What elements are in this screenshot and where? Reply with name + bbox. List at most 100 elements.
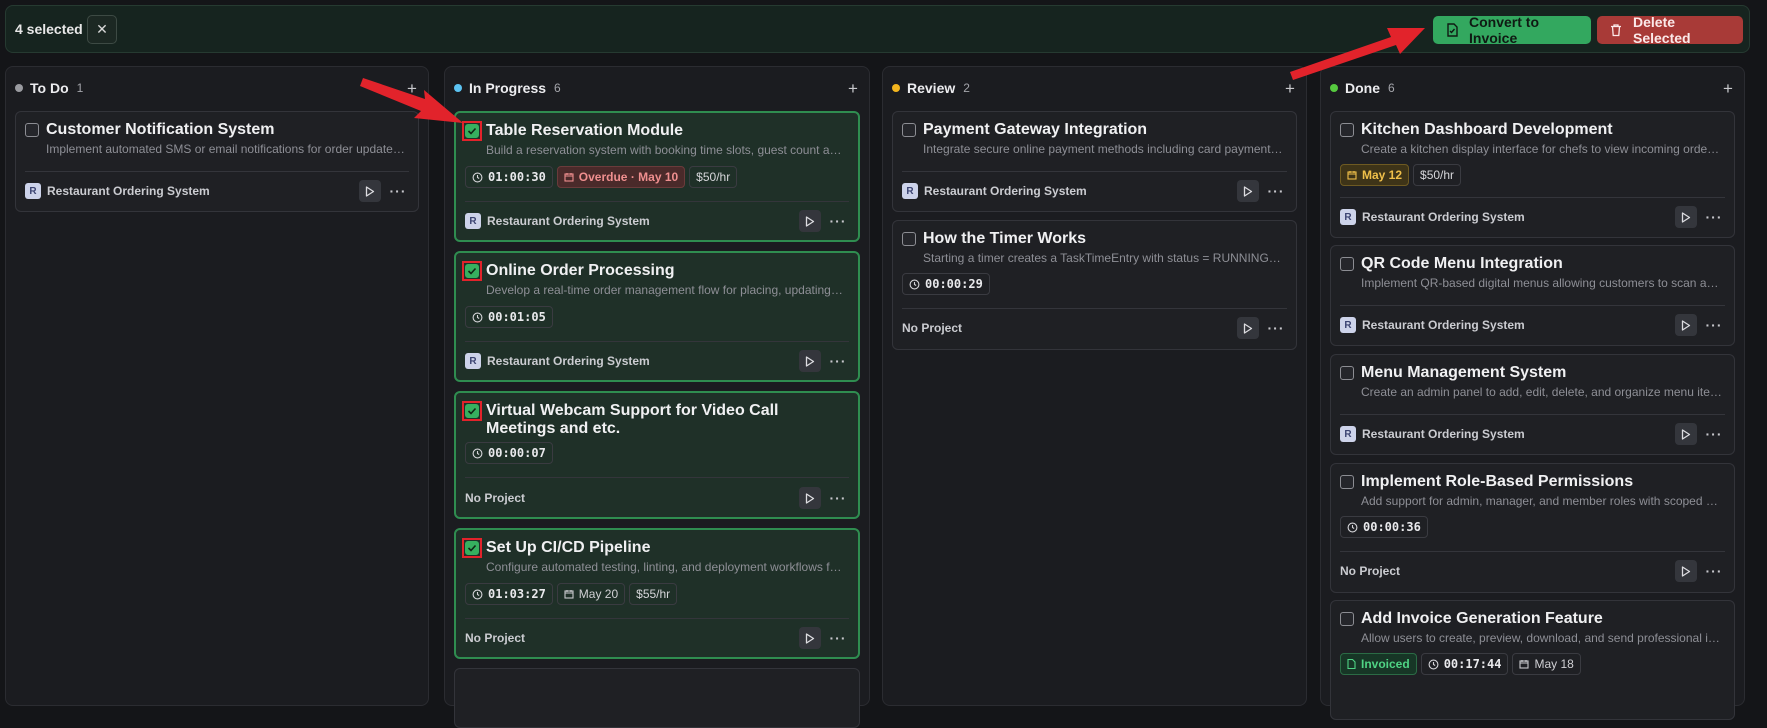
timer-badge: 01:00:30 xyxy=(465,166,553,188)
add-task-icon[interactable]: + xyxy=(1283,80,1297,97)
status-dot xyxy=(15,84,23,92)
task-checkbox[interactable] xyxy=(1340,612,1354,626)
start-timer-button[interactable] xyxy=(799,210,821,232)
card-footer: R Restaurant Ordering System ··· xyxy=(465,210,849,232)
task-card[interactable]: Add Invoice Generation Feature Allow use… xyxy=(1330,600,1735,720)
due-date-value: May 20 xyxy=(578,587,619,601)
project-name: Restaurant Ordering System xyxy=(487,354,650,368)
column-title: Review xyxy=(907,80,956,96)
start-timer-button[interactable] xyxy=(799,350,821,372)
task-card[interactable]: Virtual Webcam Support for Video Call Me… xyxy=(454,391,860,519)
play-icon xyxy=(805,355,815,367)
task-checkbox[interactable] xyxy=(1340,366,1354,380)
card-footer: No Project ··· xyxy=(465,627,849,649)
task-card[interactable]: Online Order Processing Develop a real-t… xyxy=(454,251,860,382)
task-title: Virtual Webcam Support for Video Call Me… xyxy=(486,402,779,437)
document-icon xyxy=(1347,659,1356,669)
more-options-icon[interactable]: ··· xyxy=(1703,317,1725,333)
more-options-icon[interactable]: ··· xyxy=(1265,183,1287,199)
task-title: Add Invoice Generation Feature xyxy=(1361,610,1603,627)
timer-badge: 00:01:05 xyxy=(465,306,553,328)
card-divider xyxy=(1340,197,1725,198)
column-review: Review 2 + Payment Gateway Integration I… xyxy=(882,66,1307,706)
task-tags: 00:00:36 xyxy=(1340,516,1428,538)
due-date-value: Overdue · May 10 xyxy=(578,170,679,184)
task-card[interactable]: Kitchen Dashboard Development Create a k… xyxy=(1330,111,1735,238)
task-checkbox[interactable] xyxy=(902,123,916,137)
delete-selected-button[interactable]: Delete Selected xyxy=(1597,14,1743,46)
start-timer-button[interactable] xyxy=(1237,180,1259,202)
start-timer-button[interactable] xyxy=(1237,317,1259,339)
task-description: Develop a real-time order management flo… xyxy=(486,283,846,297)
task-checkbox[interactable] xyxy=(902,232,916,246)
add-task-icon[interactable]: + xyxy=(1721,80,1735,97)
task-card[interactable] xyxy=(454,668,860,728)
add-task-icon[interactable]: + xyxy=(846,80,860,97)
start-timer-button[interactable] xyxy=(1675,206,1697,228)
status-dot xyxy=(454,84,462,92)
start-timer-button[interactable] xyxy=(1675,423,1697,445)
task-tags: Invoiced 00:17:44 May 18 xyxy=(1340,653,1581,675)
column-count: 6 xyxy=(1388,81,1395,95)
project-name: Restaurant Ordering System xyxy=(924,184,1087,198)
start-timer-button[interactable] xyxy=(1675,314,1697,336)
timer-value: 01:00:30 xyxy=(488,170,546,184)
task-title: Kitchen Dashboard Development xyxy=(1361,121,1613,138)
delete-selected-label: Delete Selected xyxy=(1633,14,1691,46)
task-title: Menu Management System xyxy=(1361,364,1567,381)
card-divider xyxy=(465,201,849,202)
task-card[interactable]: Menu Management System Create an admin p… xyxy=(1330,354,1735,455)
more-options-icon[interactable]: ··· xyxy=(1703,563,1725,579)
more-options-icon[interactable]: ··· xyxy=(827,353,849,369)
task-checkbox[interactable] xyxy=(1340,257,1354,271)
column-title: To Do xyxy=(30,80,69,96)
start-timer-button[interactable] xyxy=(359,180,381,202)
column-count: 2 xyxy=(963,81,970,95)
column-count: 1 xyxy=(76,81,84,95)
project-name: Restaurant Ordering System xyxy=(47,184,210,198)
task-card[interactable]: Payment Gateway Integration Integrate se… xyxy=(892,111,1297,212)
calendar-icon xyxy=(564,590,574,599)
start-timer-button[interactable] xyxy=(1675,560,1697,582)
convert-to-invoice-button[interactable]: Convert to Invoice xyxy=(1433,14,1591,46)
timer-value: 00:00:36 xyxy=(1363,520,1421,534)
project-name: Restaurant Ordering System xyxy=(1362,318,1525,332)
task-checkbox[interactable] xyxy=(25,123,39,137)
column-header: Done 6 + xyxy=(1330,78,1735,98)
task-card[interactable]: QR Code Menu Integration Implement QR-ba… xyxy=(1330,245,1735,346)
due-date-value: May 18 xyxy=(1534,657,1574,671)
project-avatar: R xyxy=(1340,317,1356,333)
column-todo: To Do 1 + Customer Notification System I… xyxy=(5,66,429,706)
selected-count: 4 selected xyxy=(15,21,83,37)
more-options-icon[interactable]: ··· xyxy=(1703,426,1725,442)
task-card[interactable]: Table Reservation Module Build a reserva… xyxy=(454,111,860,242)
clock-icon xyxy=(1428,659,1439,669)
task-card[interactable]: Set Up CI/CD Pipeline Configure automate… xyxy=(454,528,860,659)
timer-badge: 00:00:29 xyxy=(902,273,990,295)
calendar-icon xyxy=(564,173,574,182)
more-options-icon[interactable]: ··· xyxy=(1703,209,1725,225)
project-name: Restaurant Ordering System xyxy=(1362,427,1525,441)
more-options-icon[interactable]: ··· xyxy=(1265,320,1287,336)
clear-selection-button[interactable]: ✕ xyxy=(87,15,117,44)
add-task-icon[interactable]: + xyxy=(405,80,419,97)
play-icon xyxy=(1681,319,1691,331)
more-options-icon[interactable]: ··· xyxy=(387,183,409,199)
start-timer-button[interactable] xyxy=(799,627,821,649)
calendar-icon xyxy=(1347,171,1357,180)
due-date-badge: Overdue · May 10 xyxy=(556,166,686,188)
column-header: Review 2 + xyxy=(892,78,1297,98)
start-timer-button[interactable] xyxy=(799,487,821,509)
project-name: No Project xyxy=(902,321,963,335)
card-divider xyxy=(902,171,1287,172)
task-card[interactable]: Implement Role-Based Permissions Add sup… xyxy=(1330,463,1735,593)
task-card[interactable]: How the Timer Works Starting a timer cre… xyxy=(892,220,1297,350)
card-divider xyxy=(1340,305,1725,306)
more-options-icon[interactable]: ··· xyxy=(827,630,849,646)
task-card[interactable]: Customer Notification System Implement a… xyxy=(15,111,419,212)
card-divider xyxy=(1340,414,1725,415)
task-checkbox[interactable] xyxy=(1340,123,1354,137)
task-checkbox[interactable] xyxy=(1340,475,1354,489)
more-options-icon[interactable]: ··· xyxy=(827,490,849,506)
more-options-icon[interactable]: ··· xyxy=(827,213,849,229)
